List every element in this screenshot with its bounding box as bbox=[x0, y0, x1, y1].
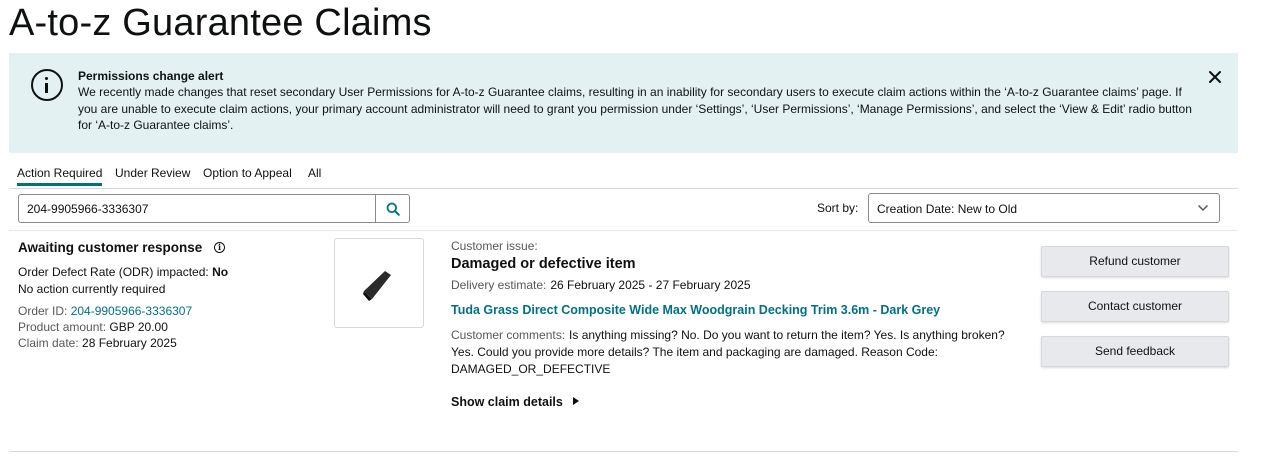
close-icon[interactable] bbox=[1205, 67, 1225, 87]
caret-right-icon bbox=[572, 397, 579, 405]
customer-comments: Customer comments: Is anything missing? N… bbox=[451, 328, 1005, 376]
product-amount: GBP 20.00 bbox=[109, 320, 168, 334]
tab-action-required[interactable]: Action Required bbox=[17, 166, 103, 186]
divider bbox=[9, 451, 1238, 452]
claim-tabs: Action Required Under Review Option to A… bbox=[9, 158, 1238, 189]
tab-all[interactable]: All bbox=[308, 166, 321, 180]
action-note: No action currently required bbox=[18, 282, 166, 296]
info-icon[interactable]: i bbox=[214, 242, 225, 253]
claim-date-row: Claim date: 28 February 2025 bbox=[18, 336, 177, 350]
claim-status: Awaiting customer response bbox=[18, 240, 203, 255]
product-title-link[interactable]: Tuda Grass Direct Composite Wide Max Woo… bbox=[451, 303, 940, 317]
product-amount-row: Product amount: GBP 20.00 bbox=[18, 320, 168, 334]
issue-title: Damaged or defective item bbox=[451, 256, 636, 272]
page-title: A-to-z Guarantee Claims bbox=[9, 2, 432, 44]
odr-impact: Order Defect Rate (ODR) impacted: No bbox=[18, 265, 229, 279]
contact-customer-button[interactable]: Contact customer bbox=[1041, 291, 1229, 322]
issue-label: Customer issue: bbox=[451, 239, 538, 253]
permissions-alert: Permissions change alert We recently mad… bbox=[9, 53, 1238, 153]
search-input[interactable] bbox=[18, 194, 375, 223]
search-button[interactable] bbox=[375, 194, 410, 223]
odr-value: No bbox=[212, 265, 229, 279]
show-claim-details-link[interactable]: Show claim details bbox=[451, 395, 579, 409]
order-id-link[interactable]: 204-9905966-3336307 bbox=[71, 304, 192, 318]
sort-selected-value: Creation Date: New to Old bbox=[877, 202, 1018, 216]
divider bbox=[9, 230, 1238, 231]
chevron-down-icon bbox=[1197, 204, 1209, 212]
refund-customer-button[interactable]: Refund customer bbox=[1041, 246, 1229, 277]
sort-label: Sort by: bbox=[817, 201, 859, 215]
tab-option-to-appeal[interactable]: Option to Appeal bbox=[203, 166, 292, 180]
sort-dropdown[interactable]: Creation Date: New to Old bbox=[868, 193, 1220, 223]
tab-under-review[interactable]: Under Review bbox=[115, 166, 190, 180]
search-icon bbox=[386, 202, 400, 216]
order-id-row: Order ID: 204-9905966-3336307 bbox=[18, 304, 193, 318]
claim-date: 28 February 2025 bbox=[82, 336, 177, 350]
delivery-estimate: Delivery estimate: 26 February 2025 - 27 … bbox=[451, 278, 751, 292]
product-image[interactable] bbox=[334, 238, 424, 328]
send-feedback-button[interactable]: Send feedback bbox=[1041, 336, 1229, 367]
alert-body: We recently made changes that reset seco… bbox=[78, 85, 1192, 132]
alert-title: Permissions change alert bbox=[78, 69, 224, 83]
info-circle-icon bbox=[31, 69, 63, 101]
